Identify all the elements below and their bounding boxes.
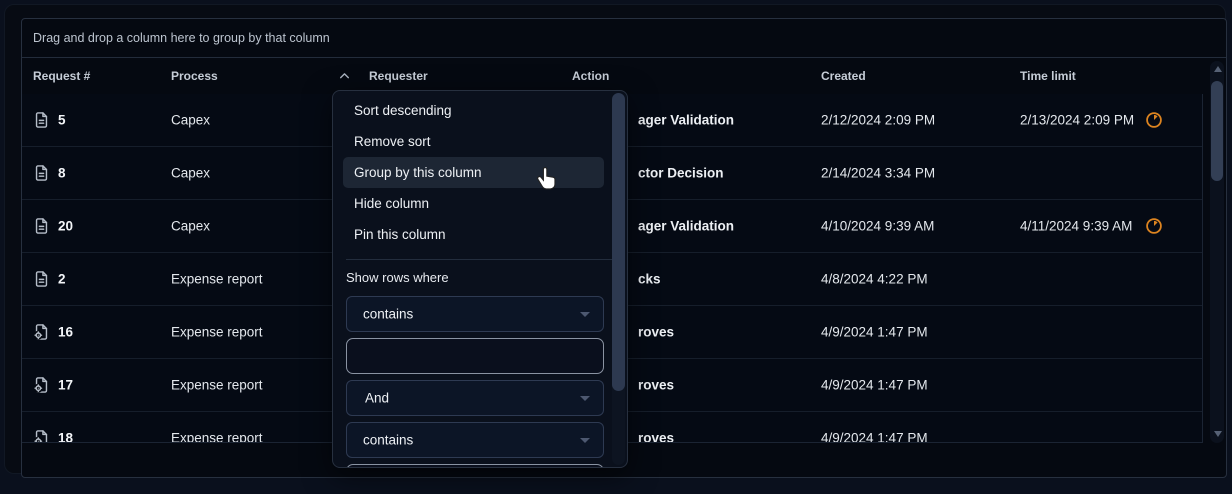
menu-item-label: Pin this column <box>354 227 446 242</box>
menu-item[interactable]: Group by this column <box>343 157 604 188</box>
vertical-scrollbar-thumb[interactable] <box>1211 81 1223 181</box>
file-text-icon <box>33 111 50 130</box>
filter-value-input[interactable] <box>346 338 604 374</box>
menu-scrollbar-thumb[interactable] <box>612 93 625 391</box>
menu-item[interactable]: Sort descending <box>343 95 604 126</box>
column-menu-items: Sort descending Remove sort Group by thi… <box>333 95 613 250</box>
group-by-drop-zone[interactable]: Drag and drop a column here to group by … <box>22 19 1226 58</box>
filter-operator-value: contains <box>363 307 413 322</box>
column-header-requester[interactable]: Requester <box>369 69 428 83</box>
action-cell: roves <box>638 431 674 444</box>
column-header-process[interactable]: Process <box>171 69 218 83</box>
menu-item[interactable]: Remove sort <box>343 126 604 157</box>
column-header-created[interactable]: Created <box>821 69 866 83</box>
action-cell: roves <box>638 378 674 393</box>
menu-divider <box>346 259 614 260</box>
mouse-pointer-icon <box>536 166 559 198</box>
process-cell: Expense report <box>171 325 263 340</box>
created-cell: 4/10/2024 9:39 AM <box>821 219 934 234</box>
chevron-down-icon <box>580 438 590 443</box>
created-cell: 2/12/2024 2:09 PM <box>821 113 935 128</box>
chevron-down-icon <box>580 396 590 401</box>
vertical-scrollbar[interactable] <box>1210 61 1224 443</box>
filter-logic-value: And <box>365 391 389 406</box>
file-cog-icon <box>33 429 50 444</box>
filter-operator-2-value: contains <box>363 433 413 448</box>
column-header-action[interactable]: Action <box>572 69 609 83</box>
file-text-icon <box>33 164 50 183</box>
file-cog-icon <box>33 376 50 395</box>
created-cell: 4/9/2024 1:47 PM <box>821 431 928 444</box>
request-number: 20 <box>58 219 73 234</box>
file-text-icon <box>33 270 50 289</box>
created-cell: 4/9/2024 1:47 PM <box>821 378 928 393</box>
action-cell: ager Validation <box>638 113 734 128</box>
group-by-hint: Drag and drop a column here to group by … <box>33 31 330 45</box>
action-cell: cks <box>638 272 661 287</box>
menu-item-label: Sort descending <box>354 103 452 118</box>
created-cell: 4/8/2024 4:22 PM <box>821 272 928 287</box>
file-cog-icon <box>33 323 50 342</box>
menu-item-label: Hide column <box>354 196 429 211</box>
process-cell: Capex <box>171 166 210 181</box>
process-cell: Capex <box>171 113 210 128</box>
menu-item[interactable]: Hide column <box>343 188 604 219</box>
file-text-icon <box>33 217 50 236</box>
process-cell: Capex <box>171 219 210 234</box>
request-number: 18 <box>58 431 73 444</box>
deadline-clock-icon <box>1145 217 1163 235</box>
column-header-timelimit[interactable]: Time limit <box>1020 69 1076 83</box>
process-cell: Expense report <box>171 431 263 444</box>
request-number: 16 <box>58 325 73 340</box>
time-limit-cell: 2/13/2024 2:09 PM <box>1020 113 1134 128</box>
request-number: 5 <box>58 113 66 128</box>
request-number: 17 <box>58 378 73 393</box>
request-number: 2 <box>58 272 66 287</box>
created-cell: 4/9/2024 1:47 PM <box>821 325 928 340</box>
filter-value-2-input[interactable] <box>346 464 604 468</box>
chevron-down-icon <box>580 312 590 317</box>
process-cell: Expense report <box>171 378 263 393</box>
scroll-down-icon[interactable] <box>1214 431 1222 437</box>
filter-section-label: Show rows where <box>346 270 449 285</box>
action-cell: ager Validation <box>638 219 734 234</box>
menu-item-label: Group by this column <box>354 165 482 180</box>
column-context-menu: Sort descending Remove sort Group by thi… <box>332 90 628 468</box>
action-cell: roves <box>638 325 674 340</box>
filter-logic-select[interactable]: And <box>346 380 604 416</box>
filter-operator-2-select[interactable]: contains <box>346 422 604 458</box>
deadline-clock-icon <box>1145 111 1163 129</box>
menu-item-label: Remove sort <box>354 134 431 149</box>
action-cell: ctor Decision <box>638 166 724 181</box>
filter-operator-select[interactable]: contains <box>346 296 604 332</box>
request-number: 8 <box>58 166 66 181</box>
process-cell: Expense report <box>171 272 263 287</box>
created-cell: 2/14/2024 3:34 PM <box>821 166 935 181</box>
column-header-request[interactable]: Request # <box>33 69 90 83</box>
sort-ascending-icon[interactable] <box>338 69 351 82</box>
time-limit-cell: 4/11/2024 9:39 AM <box>1020 219 1132 234</box>
scroll-up-icon[interactable] <box>1214 66 1222 72</box>
menu-item[interactable]: Pin this column <box>343 219 604 250</box>
